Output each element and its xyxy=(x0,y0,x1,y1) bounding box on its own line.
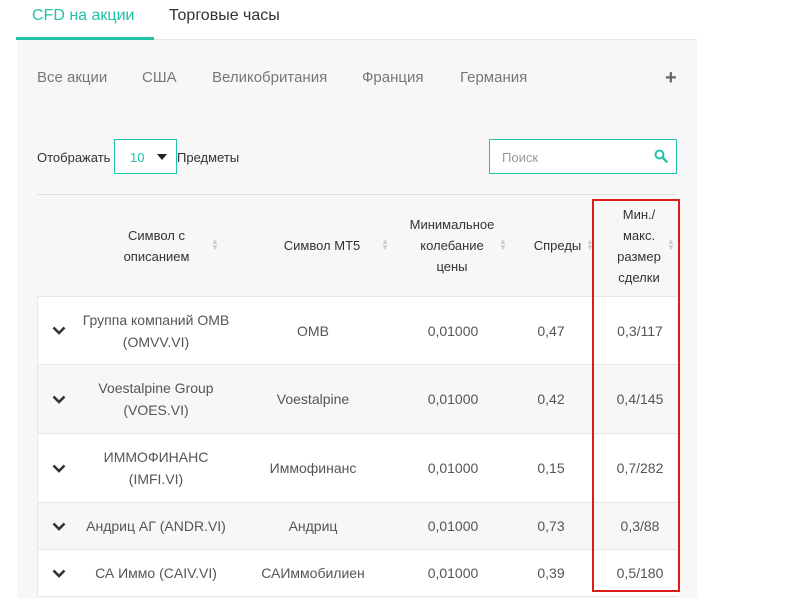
header-spreads[interactable]: Спреды ▲ ▼ xyxy=(520,195,595,296)
table-row[interactable]: Андриц АГ (ANDR.VI) Андриц 0,01000 0,73 … xyxy=(37,503,677,550)
cell-description: СА Иммо (CAIV.VI) xyxy=(95,565,217,581)
caret-down-icon xyxy=(157,154,167,160)
cell-spread: 0,73 xyxy=(537,518,565,534)
cell-mt5: САИммобилиен xyxy=(261,565,365,581)
cell-min-tick: 0,01000 xyxy=(427,565,479,581)
cell-spread: 0,47 xyxy=(537,322,565,339)
cell-min-tick: 0,01000 xyxy=(427,518,479,534)
filter-usa[interactable]: США xyxy=(142,69,177,86)
sort-icon: ▲ ▼ xyxy=(211,237,219,252)
cell-min-tick: 0,01000 xyxy=(427,460,479,476)
cell-spread: 0,15 xyxy=(537,460,565,476)
header-mt5-symbol[interactable]: Символ MT5 ▲ ▼ xyxy=(247,195,397,296)
table-row[interactable]: ИММОФИНАНС (IMFI.VI) Иммофинанс 0,01000 … xyxy=(37,434,677,503)
filter-germany[interactable]: Германия xyxy=(460,69,527,86)
stocks-table: Символ с описанием ▲ ▼ Символ MT5 ▲ ▼ Мини… xyxy=(37,195,677,597)
chevron-down-icon[interactable] xyxy=(52,550,68,596)
table-body: Группа компаний OMB (OMVV.VI) OMB 0,0100… xyxy=(37,296,677,597)
sort-icon: ▲ ▼ xyxy=(381,237,389,252)
chevron-down-icon[interactable] xyxy=(52,365,68,433)
cell-min-tick: 0,01000 xyxy=(427,391,479,407)
chevron-down-icon[interactable] xyxy=(52,503,68,549)
highlight-box xyxy=(592,199,680,592)
cell-min-tick: 0,01000 xyxy=(427,322,479,339)
tab-bar: CFD на акции Торговые часы xyxy=(16,0,697,40)
table-row[interactable]: Voestalpine Group (VOES.VI) Voestalpine … xyxy=(37,365,677,434)
cell-mt5: Андриц xyxy=(288,518,338,534)
cell-spread: 0,42 xyxy=(537,391,565,407)
chevron-down-icon[interactable] xyxy=(52,434,68,502)
header-min-tick[interactable]: Минимальное колебание цены ▲ ▼ xyxy=(402,195,507,296)
filter-all-stocks[interactable]: Все акции xyxy=(37,69,107,86)
show-label: Отображать xyxy=(37,150,111,165)
sort-icon: ▲ ▼ xyxy=(499,237,507,252)
filter-uk[interactable]: Великобритания xyxy=(212,69,327,86)
tab-trading-hours[interactable]: Торговые часы xyxy=(169,7,280,25)
cell-description: Андриц АГ (ANDR.VI) xyxy=(86,518,226,534)
tab-cfd-stocks[interactable]: CFD на акции xyxy=(32,7,134,25)
page-size-value: 10 xyxy=(130,150,145,165)
header-symbol-description[interactable]: Символ с описанием ▲ ▼ xyxy=(89,195,224,296)
cell-description: ИММОФИНАНС (IMFI.VI) xyxy=(103,449,209,487)
cell-description: Группа компаний OMB (OMVV.VI) xyxy=(82,311,230,350)
table-row[interactable]: Группа компаний OMB (OMVV.VI) OMB 0,0100… xyxy=(37,296,677,365)
cell-mt5: Иммофинанс xyxy=(269,460,357,476)
cell-mt5: OMB xyxy=(297,322,329,339)
cell-mt5: Voestalpine xyxy=(276,391,350,407)
search-icon[interactable] xyxy=(654,149,668,168)
cell-description: Voestalpine Group (VOES.VI) xyxy=(98,380,214,418)
cell-spread: 0,39 xyxy=(537,565,565,581)
filter-france[interactable]: Франция xyxy=(362,69,423,86)
table-header: Символ с описанием ▲ ▼ Символ MT5 ▲ ▼ Мини… xyxy=(37,195,677,296)
plus-icon[interactable]: + xyxy=(665,67,677,90)
table-row[interactable]: СА Иммо (CAIV.VI) САИммобилиен 0,01000 0… xyxy=(37,550,677,597)
chevron-down-icon[interactable] xyxy=(52,297,68,364)
items-label: Предметы xyxy=(177,150,240,165)
search-input[interactable] xyxy=(502,148,642,166)
search-box xyxy=(489,139,677,174)
page-size-select[interactable]: 10 xyxy=(114,139,177,174)
